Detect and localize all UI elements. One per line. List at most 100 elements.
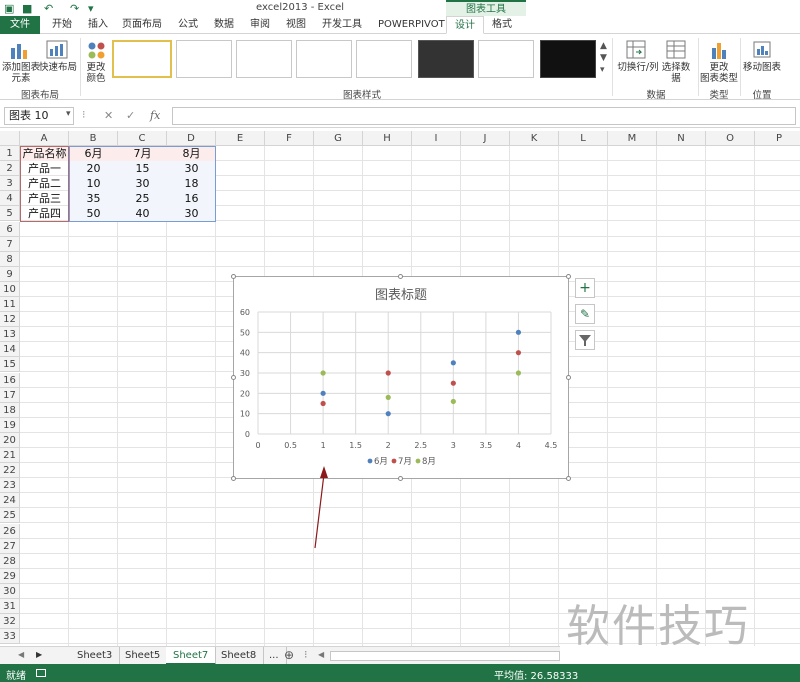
chart-style-thumb-2[interactable] [176, 40, 232, 78]
scatter-chart[interactable]: 图表标题 0 0.5 1 1.5 2 2.5 3 3.5 4 4.5 0 10 20 30 40 50 60 6月 7… [233, 276, 569, 479]
row-header[interactable]: 23 [0, 478, 20, 494]
prev-sheet-icon[interactable]: ◀ [18, 650, 24, 659]
resize-handle[interactable] [566, 375, 571, 380]
column-header[interactable]: N [657, 131, 706, 146]
row-header[interactable]: 16 [0, 372, 20, 388]
ribbon-tab-11[interactable]: 格式 [484, 16, 520, 34]
next-sheet-icon[interactable]: ▶ [36, 650, 42, 659]
change-chart-type-button[interactable] [710, 40, 728, 63]
sheet-tab[interactable]: Sheet7 [166, 647, 217, 665]
change-color-label[interactable]: 更改 颜色 [82, 62, 110, 84]
row-header[interactable]: 7 [0, 236, 20, 252]
chart-style-thumb-5[interactable] [356, 40, 412, 78]
row-header[interactable]: 31 [0, 599, 20, 614]
select-all-corner[interactable] [0, 131, 20, 146]
row-header[interactable]: 12 [0, 312, 20, 328]
name-box[interactable]: 图表 10 [4, 107, 74, 125]
row-header[interactable]: 33 [0, 629, 20, 645]
move-chart-label[interactable]: 移动图表 [742, 62, 782, 73]
row-header[interactable]: 6 [0, 221, 20, 237]
chart-styles-brush-icon[interactable]: ✎ [575, 304, 595, 324]
add-chart-element-button[interactable] [8, 40, 30, 63]
chart-elements-plus-icon[interactable]: + [575, 278, 595, 298]
horizontal-scrollbar[interactable] [330, 651, 560, 661]
sheet-tab[interactable]: Sheet8 [214, 647, 265, 665]
column-header[interactable]: F [265, 131, 314, 146]
column-header[interactable]: P [755, 131, 800, 146]
select-data-label[interactable]: 选择数据 [658, 62, 694, 84]
column-header[interactable]: K [510, 131, 559, 146]
row-header[interactable]: 3 [0, 176, 20, 192]
gallery-scroll-arrows[interactable]: ▲ ▼ ▾ [600, 40, 607, 76]
switch-row-column-label[interactable]: 切换行/列 [616, 62, 660, 73]
row-header[interactable]: 24 [0, 493, 20, 509]
row-header[interactable]: 25 [0, 508, 20, 524]
row-header[interactable]: 4 [0, 191, 20, 207]
chart-style-thumb-3[interactable] [236, 40, 292, 78]
chart-filter-funnel-icon[interactable] [575, 330, 595, 350]
column-header[interactable]: H [363, 131, 412, 146]
column-header[interactable]: L [559, 131, 608, 146]
column-header[interactable]: M [608, 131, 657, 146]
change-chart-type-label[interactable]: 更改 图表类型 [700, 62, 738, 84]
row-header[interactable]: 30 [0, 583, 20, 599]
row-header[interactable]: 18 [0, 402, 20, 418]
column-header[interactable]: J [461, 131, 510, 146]
resize-handle[interactable] [231, 274, 236, 279]
ribbon-tab-9[interactable]: POWERPIVOT [370, 16, 453, 34]
row-header[interactable]: 5 [0, 206, 20, 222]
row-header[interactable]: 17 [0, 387, 20, 403]
row-header[interactable]: 15 [0, 357, 20, 373]
chart-style-thumb-7[interactable] [478, 40, 534, 78]
row-header[interactable]: 8 [0, 251, 20, 267]
ribbon-tab-4[interactable]: 公式 [170, 16, 206, 34]
column-header[interactable]: C [118, 131, 167, 146]
sheet-tab[interactable]: Sheet5 [118, 647, 169, 665]
ribbon-tab-5[interactable]: 数据 [206, 16, 242, 34]
switch-row-column-button[interactable] [626, 40, 646, 63]
select-data-button[interactable] [666, 40, 686, 63]
name-box-dropdown-icon[interactable]: ▾ [66, 109, 71, 119]
column-header[interactable]: O [706, 131, 755, 146]
sheet-tab[interactable]: Sheet3 [70, 647, 121, 665]
ribbon-tab-2[interactable]: 插入 [80, 16, 116, 34]
insert-function-button[interactable]: fx [150, 109, 160, 122]
resize-handle[interactable] [566, 476, 571, 481]
row-header[interactable]: 13 [0, 327, 20, 343]
ribbon-tab-7[interactable]: 视图 [278, 16, 314, 34]
row-header[interactable]: 14 [0, 342, 20, 358]
move-chart-button[interactable] [752, 40, 772, 63]
row-header[interactable]: 9 [0, 266, 20, 282]
chart-style-thumb-4[interactable] [296, 40, 352, 78]
row-header[interactable]: 28 [0, 553, 20, 569]
chart-style-thumb-1[interactable] [112, 40, 172, 78]
cancel-icon[interactable]: ✕ [104, 109, 113, 122]
ribbon-tab-8[interactable]: 开发工具 [314, 16, 370, 34]
row-header[interactable]: 21 [0, 448, 20, 463]
chart-style-thumb-8[interactable] [540, 40, 596, 78]
chart-style-thumb-6[interactable] [418, 40, 474, 78]
resize-handle[interactable] [398, 476, 403, 481]
row-header[interactable]: 1 [0, 146, 20, 161]
row-header[interactable]: 19 [0, 417, 20, 433]
column-header[interactable]: B [69, 131, 118, 146]
add-chart-element-label[interactable]: 添加图表 元素 [2, 62, 40, 84]
quick-layout-label[interactable]: 快速布局 [38, 62, 78, 73]
resize-handle[interactable] [566, 274, 571, 279]
new-sheet-icon[interactable]: ⊕ [284, 648, 294, 662]
resize-handle[interactable] [231, 375, 236, 380]
row-header[interactable]: 22 [0, 463, 20, 479]
column-header[interactable]: D [167, 131, 216, 146]
scroll-left-icon[interactable]: ◀ [318, 650, 324, 659]
resize-handle[interactable] [398, 274, 403, 279]
ribbon-tab-3[interactable]: 页面布局 [114, 16, 170, 34]
formula-input[interactable] [172, 107, 796, 125]
ribbon-tab-0[interactable]: 文件 [0, 16, 40, 34]
quick-layout-button[interactable] [46, 40, 68, 63]
row-header[interactable]: 2 [0, 161, 20, 177]
change-color-button[interactable] [86, 40, 108, 63]
column-header[interactable]: A [20, 131, 69, 146]
enter-icon[interactable]: ✓ [126, 109, 135, 122]
row-header[interactable]: 32 [0, 614, 20, 630]
column-header[interactable]: I [412, 131, 461, 146]
